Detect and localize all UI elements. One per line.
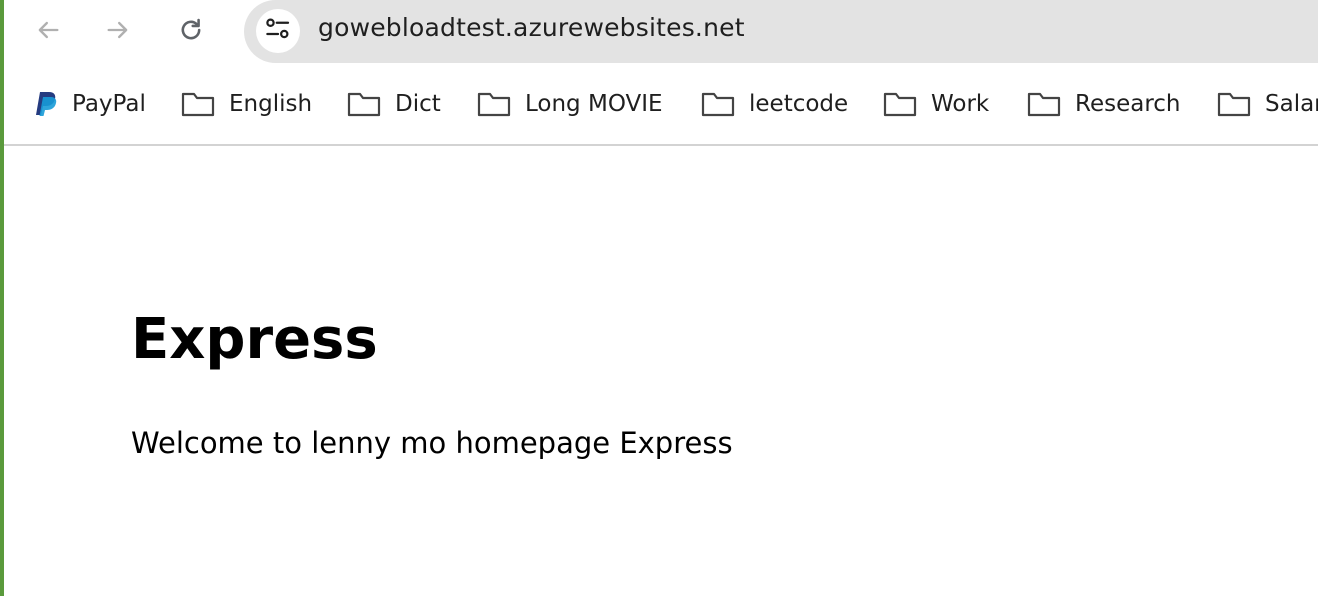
reload-icon bbox=[177, 16, 205, 44]
folder-icon bbox=[181, 91, 215, 117]
paypal-logo bbox=[32, 90, 58, 118]
bookmark-label: Research bbox=[1075, 91, 1181, 117]
folder-icon bbox=[1027, 91, 1061, 117]
site-info-button[interactable] bbox=[256, 9, 300, 53]
bookmark-folder-work[interactable]: Work bbox=[883, 86, 989, 122]
page-title: Express bbox=[131, 307, 378, 372]
bookmark-folder-salar[interactable]: Salar bbox=[1217, 86, 1318, 122]
page-content: Express Welcome to lenny mo homepage Exp… bbox=[4, 146, 1318, 596]
bookmark-label: Long MOVIE bbox=[525, 91, 663, 117]
bookmarks-bar: PayPal English Dict Long MOVIE leetcode bbox=[4, 64, 1318, 146]
folder-icon bbox=[347, 91, 381, 117]
bookmark-folder-leetcode[interactable]: leetcode bbox=[701, 86, 848, 122]
bookmark-label: Salar bbox=[1265, 91, 1318, 117]
reload-button[interactable] bbox=[171, 10, 211, 50]
browser-toolbar: gowebloadtest.azurewebsites.net bbox=[4, 0, 1318, 64]
back-button[interactable] bbox=[28, 10, 68, 50]
bookmark-paypal[interactable]: PayPal bbox=[32, 86, 146, 122]
arrow-right-icon bbox=[104, 16, 132, 44]
folder-icon bbox=[883, 91, 917, 117]
url-text[interactable]: gowebloadtest.azurewebsites.net bbox=[318, 13, 745, 42]
bookmark-label: PayPal bbox=[72, 91, 146, 117]
arrow-left-icon bbox=[34, 16, 62, 44]
browser-window: gowebloadtest.azurewebsites.net PayPal E… bbox=[0, 0, 1318, 596]
bookmark-label: Work bbox=[931, 91, 990, 117]
bookmark-label: Dict bbox=[395, 91, 441, 117]
bookmark-folder-dict[interactable]: Dict bbox=[347, 86, 441, 122]
folder-icon bbox=[477, 91, 511, 117]
folder-icon bbox=[701, 91, 735, 117]
address-bar[interactable]: gowebloadtest.azurewebsites.net bbox=[244, 0, 1318, 63]
forward-button[interactable] bbox=[98, 10, 138, 50]
bookmark-folder-long-movie[interactable]: Long MOVIE bbox=[477, 86, 663, 122]
folder-icon bbox=[1217, 91, 1251, 117]
bookmark-folder-research[interactable]: Research bbox=[1027, 86, 1181, 122]
bookmark-label: English bbox=[229, 91, 313, 117]
tune-icon bbox=[263, 14, 293, 48]
bookmark-label: leetcode bbox=[749, 91, 849, 117]
bookmark-folder-english[interactable]: English bbox=[181, 86, 312, 122]
welcome-message: Welcome to lenny mo homepage Express bbox=[131, 426, 733, 460]
